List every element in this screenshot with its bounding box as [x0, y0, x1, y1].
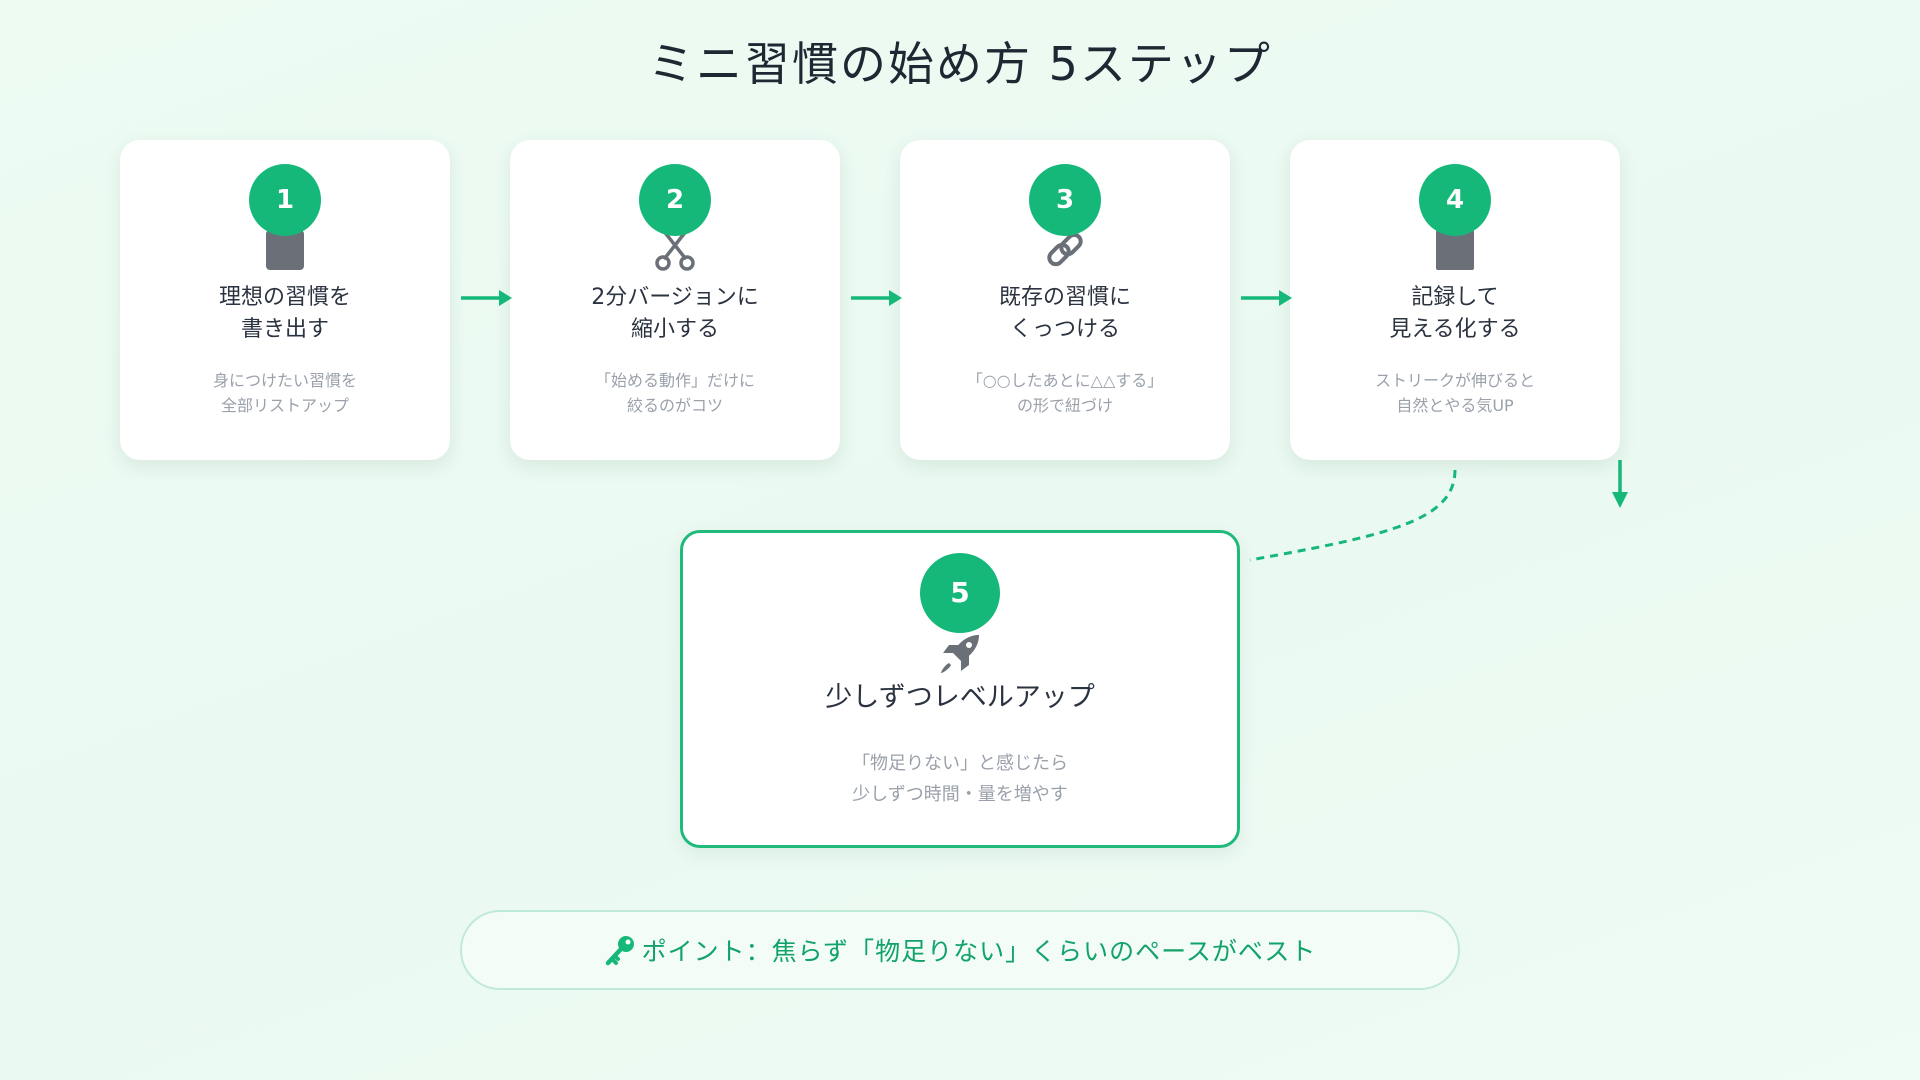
- step-desc-line: 「○○したあとに△△する」: [966, 371, 1164, 390]
- step-desc-line: 全部リストアップ: [220, 396, 349, 415]
- step-title: 既存の習慣に くっつける: [900, 282, 1230, 346]
- step-number-badge: 5: [920, 553, 1000, 633]
- step-number-badge: 2: [639, 164, 711, 236]
- dashed-connector: [1249, 469, 1457, 562]
- arrow-down-icon: [1612, 460, 1628, 508]
- key-icon: [605, 936, 634, 966]
- step-description: 身につけたい習慣を 全部リストアップ: [120, 368, 450, 418]
- step-desc-line: 「物足りない」と感じたら: [852, 753, 1068, 774]
- step-title-line: 記録して: [1411, 285, 1499, 310]
- step-title: 2分バージョンに 縮小する: [510, 282, 840, 346]
- step-title: 記録して 見える化する: [1290, 282, 1620, 346]
- page-title: ミニ習慣の始め方 5ステップ: [648, 37, 1272, 91]
- step-card-2: 2 2分バージョンに 縮小する 「始める動作」だけに 絞るのがコツ: [510, 140, 840, 460]
- step-title: 少しずつレベルアップ: [683, 678, 1237, 718]
- rocket-icon: [941, 635, 979, 673]
- step-description: 「物足りない」と感じたら 少しずつ時間・量を増やす: [683, 748, 1237, 810]
- step-title-line: 縮小する: [630, 317, 719, 342]
- arrow-right-icon: [1241, 290, 1292, 306]
- arrow-right-icon: [461, 290, 512, 306]
- step-description: ストリークが伸びると 自然とやる気UP: [1290, 368, 1620, 418]
- step-description: 「始める動作」だけに 絞るのがコツ: [510, 368, 840, 418]
- step-card-5: 5 少しずつレベルアップ 「物足りない」と感じたら 少しずつ時間・量を増やす: [680, 530, 1240, 848]
- step-desc-line: の形で紐づけ: [1016, 396, 1113, 415]
- step-description: 「○○したあとに△△する」 の形で紐づけ: [900, 368, 1230, 418]
- step-title-line: 理想の習慣を: [218, 285, 351, 310]
- tip-text: ポイント：焦らず「物足りない」くらいのペースがベスト: [641, 937, 1317, 966]
- step-number-badge: 3: [1029, 164, 1101, 236]
- step-desc-line: 身につけたい習慣を: [212, 371, 357, 390]
- step-number-badge: 1: [249, 164, 321, 236]
- step-title: 理想の習慣を 書き出す: [120, 282, 450, 346]
- step-title-line: 2分バージョンに: [591, 285, 759, 310]
- step-desc-line: 絞るのがコツ: [626, 396, 723, 415]
- step-title-line: 既存の習慣に: [998, 285, 1131, 310]
- step-title-line: くっつける: [1009, 317, 1120, 342]
- step-card-1: 1 理想の習慣を 書き出す 身につけたい習慣を 全部リストアップ: [120, 140, 450, 460]
- step-desc-line: 「始める動作」だけに: [594, 371, 755, 390]
- step-number-badge: 4: [1419, 164, 1491, 236]
- step-desc-line: 自然とやる気UP: [1396, 396, 1514, 415]
- tip-banner: ポイント：焦らず「物足りない」くらいのペースがベスト: [460, 910, 1460, 990]
- step-title-line: 少しずつレベルアップ: [825, 682, 1095, 713]
- step-card-3: 3 既存の習慣に くっつける 「○○したあとに△△する」 の形で紐づけ: [900, 140, 1230, 460]
- step-title-line: 書き出す: [240, 317, 329, 342]
- step-title-line: 見える化する: [1389, 317, 1521, 342]
- step-desc-line: 少しずつ時間・量を増やす: [852, 784, 1068, 805]
- arrow-right-icon: [851, 290, 902, 306]
- step-card-4: 4 記録して 見える化する ストリークが伸びると 自然とやる気UP: [1290, 140, 1620, 460]
- step-desc-line: ストリークが伸びると: [1374, 371, 1535, 390]
